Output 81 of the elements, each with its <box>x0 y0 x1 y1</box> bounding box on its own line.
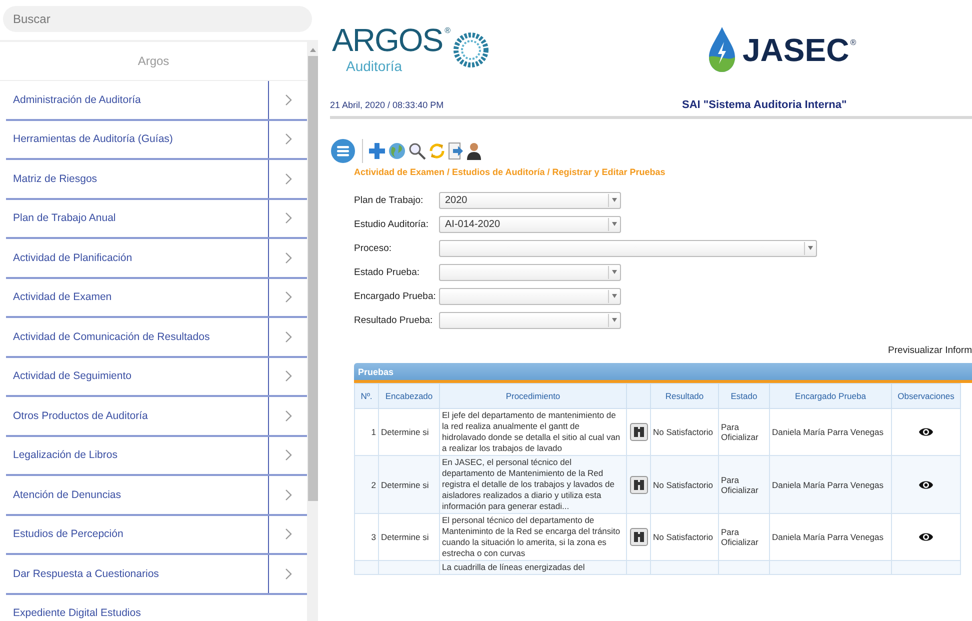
dropdown-field[interactable]: 2020 <box>439 192 621 208</box>
chevron-icon <box>284 449 292 462</box>
ring-logo-icon <box>452 31 490 69</box>
system-title: SAI "Sistema Auditoria Interna" <box>682 99 847 111</box>
chevron-icon <box>284 330 292 343</box>
dropdown-arrow-icon <box>612 294 617 298</box>
table-cell: En JASEC, el personal técnico del departamento de Mantenimiento de la Red registra el detalle de los trabajos y lavados de aisladores realizados a diario y utiliza esta información para generar estadi... <box>442 457 614 511</box>
dropdown-arrow-icon <box>612 318 617 322</box>
chevron-icon <box>284 252 292 264</box>
water-drop-logo-icon <box>708 26 736 74</box>
table-cell: El personal técnico del departamento de Manteniminto de la Red se encarga del tránsito cuando la situación lo amerita, si la zona es estrecha o con curvas <box>442 515 620 558</box>
logo-wordmark: JASEC <box>742 32 850 68</box>
table-cell-text: Para Oficializar <box>721 527 760 547</box>
table-cell: 2 <box>371 480 376 490</box>
field-label: Proceso: <box>354 242 392 254</box>
dropdown-arrow-icon <box>612 222 617 226</box>
table-title-bar: Pruebas <box>354 363 972 383</box>
logo-wordmark: ARGOS <box>332 23 443 57</box>
add-icon[interactable] <box>368 142 386 160</box>
dropdown-field[interactable] <box>439 312 621 328</box>
field-label: Resultado Prueba: <box>354 314 434 326</box>
table-cell: Determine si <box>381 427 429 437</box>
date-time: 21 Abril, 2020 / 08:33:40 PM <box>330 100 445 110</box>
dropdown-arrow-icon <box>612 198 617 202</box>
search-icon[interactable] <box>408 142 426 160</box>
menu-item[interactable]: Expediente Digital Estudios <box>6 594 307 621</box>
table-cell-text: Para Oficializar <box>721 474 760 494</box>
preview-link[interactable]: Previsualizar Inform <box>888 345 972 359</box>
table-cell: No Satisfactorio <box>653 427 713 437</box>
table-cell: 3 <box>371 532 376 542</box>
table-cell: Determine si <box>381 480 429 490</box>
table-cell: La cuadrilla de líneas energizadas del <box>442 562 585 572</box>
eye-icon[interactable] <box>919 478 933 490</box>
chevron-icon <box>284 528 292 540</box>
dropdown-field[interactable] <box>439 240 817 256</box>
chevron-icon <box>284 568 292 580</box>
registered-mark: ® <box>444 27 450 35</box>
column-header: Encargado Prueba <box>770 384 892 408</box>
search-field[interactable]: Buscar <box>3 6 312 32</box>
chevron-icon <box>284 94 292 106</box>
field-label: Estado Prueba: <box>354 266 420 278</box>
eye-icon[interactable] <box>919 426 933 438</box>
table-cell: Daniela María Parra Venegas <box>772 427 884 437</box>
dropdown-field[interactable]: AI-014-2020 <box>439 216 621 232</box>
table-cell: Daniela María Parra Venegas <box>772 480 884 490</box>
dropdown-arrow-icon <box>808 246 813 250</box>
table-cell: No Satisfactorio <box>653 532 713 542</box>
chevron-icon <box>284 291 292 304</box>
chevron-icon <box>284 133 292 146</box>
dropdown-arrow-icon <box>612 270 617 274</box>
column-header: Nº. <box>354 384 378 408</box>
field-label: Plan de Trabajo: <box>354 194 424 206</box>
column-header: Observaciones <box>892 384 960 408</box>
user-icon[interactable] <box>466 142 482 160</box>
field-label: Estudio Auditoría: <box>354 218 430 230</box>
scroll-up-icon[interactable] <box>310 48 316 52</box>
table-cell: 1 <box>371 427 376 437</box>
column-header: Estado <box>718 384 770 408</box>
chevron-icon <box>284 410 292 422</box>
column-header: Encabezado <box>378 384 440 408</box>
breadcrumb: Actividad de Examen / Estudios de Auditoría / Registrar y Editar Pruebas <box>354 167 666 177</box>
table-cell: Daniela María Parra Venegas <box>772 532 884 542</box>
dropdown-field[interactable] <box>439 288 621 304</box>
scrollbar[interactable] <box>307 42 318 621</box>
chevron-icon <box>284 212 292 224</box>
menu-icon[interactable] <box>330 138 356 164</box>
table-cell-text: Para Oficializar <box>721 422 760 442</box>
export-icon[interactable] <box>448 142 464 160</box>
column-header: Procedimiento <box>440 384 626 408</box>
logo-subtitle: Auditoría <box>346 58 402 74</box>
chevron-icon <box>284 172 292 185</box>
column-header: Resultado <box>650 384 718 408</box>
table-cell: Determine si <box>381 532 429 542</box>
field-label: Encargado Prueba: <box>354 290 437 302</box>
registered-mark: ® <box>850 38 856 47</box>
eye-icon[interactable] <box>919 531 933 543</box>
chevron-icon <box>284 370 292 382</box>
dropdown-field[interactable] <box>439 264 621 280</box>
table-cell: No Satisfactorio <box>653 480 713 490</box>
chevron-icon <box>284 488 292 501</box>
table-cell: El jefe del departamento de mantenimiento de la red realiza anualmente el gantt de hidrolavado donde se detalla el sitio al cual van a realizar los trabajos de lavado <box>442 410 620 453</box>
